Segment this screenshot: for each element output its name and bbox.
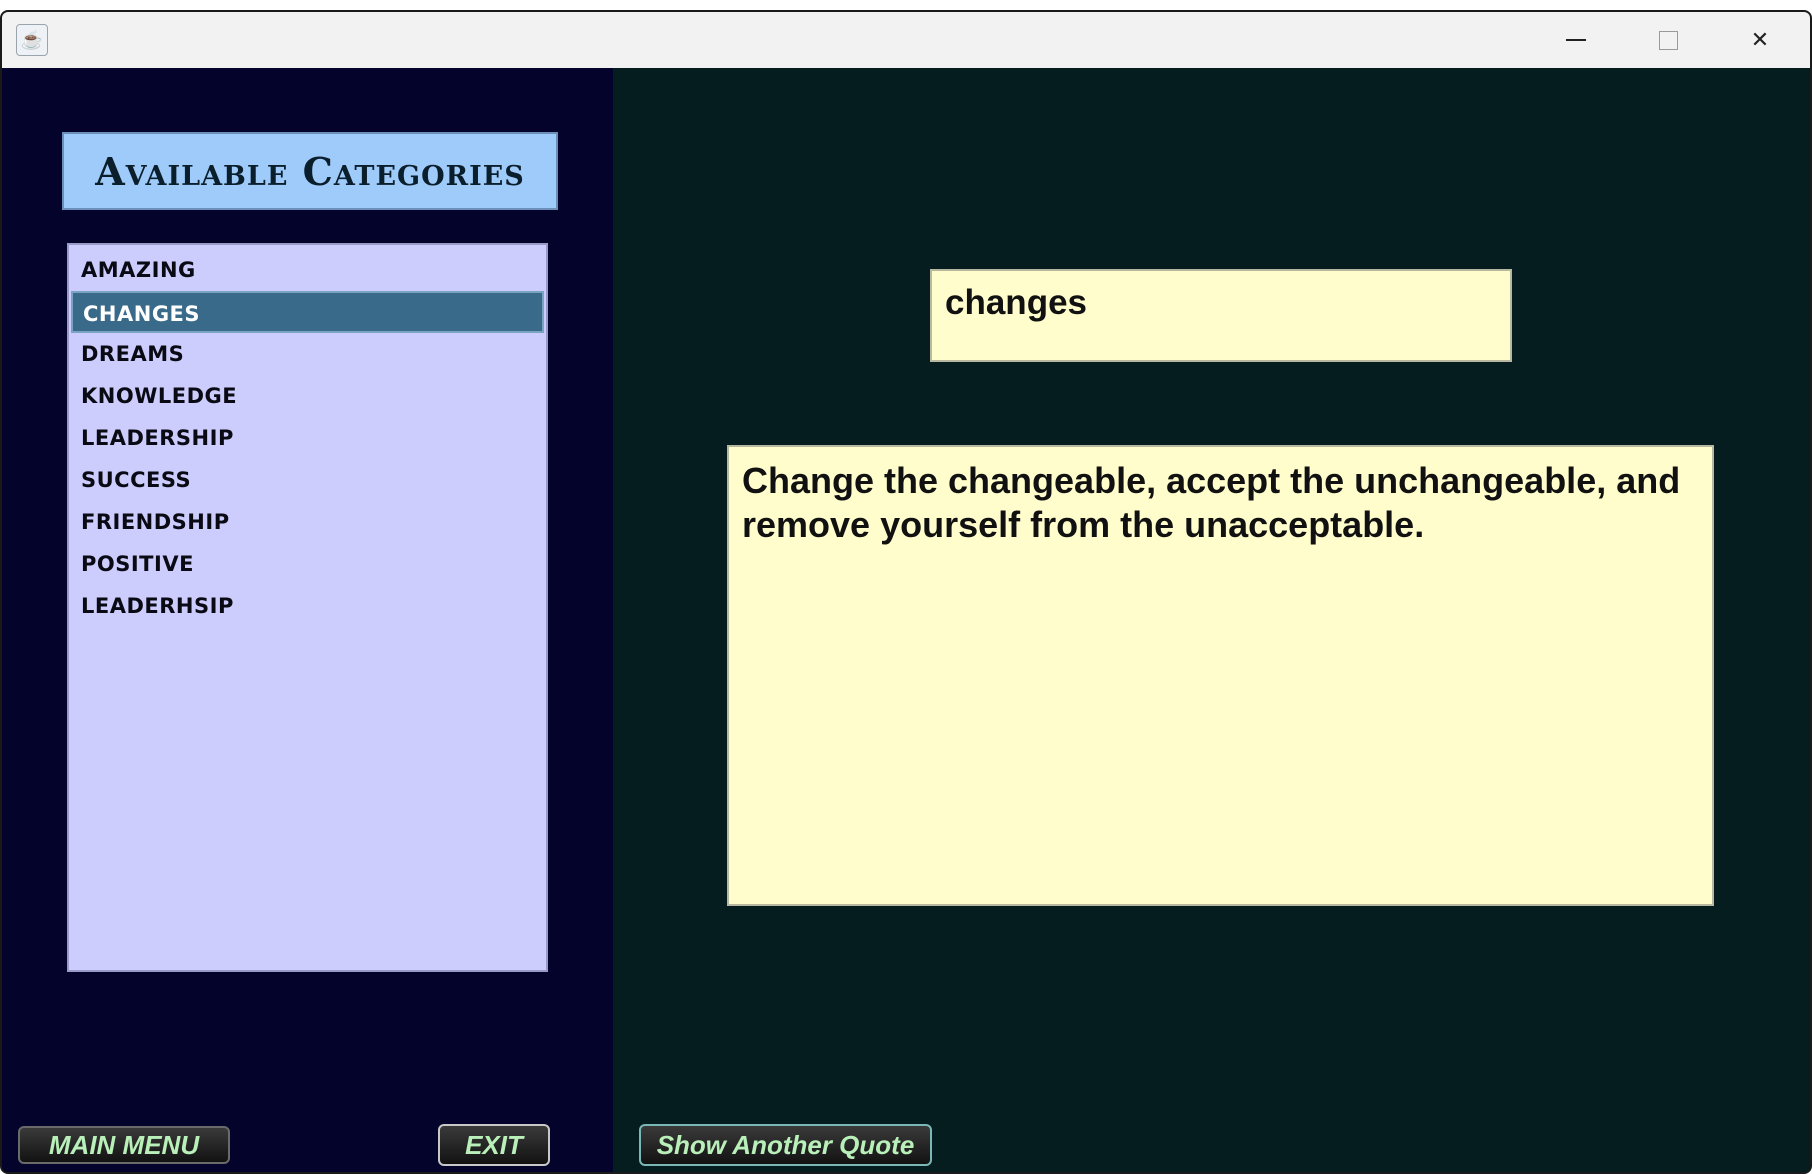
selected-category-field[interactable]: changes bbox=[930, 269, 1512, 362]
category-item-success[interactable]: SUCCESS bbox=[71, 459, 544, 501]
category-item-dreams[interactable]: DREAMS bbox=[71, 333, 544, 375]
maximize-icon bbox=[1658, 30, 1678, 50]
category-item-positive[interactable]: POSITIVE bbox=[71, 543, 544, 585]
minimize-icon bbox=[1566, 39, 1586, 41]
java-icon: ☕ bbox=[16, 24, 48, 56]
categories-header: Available Categories bbox=[62, 132, 558, 210]
category-item-knowledge[interactable]: KNOWLEDGE bbox=[71, 375, 544, 417]
show-another-quote-button[interactable]: Show Another Quote bbox=[639, 1124, 932, 1166]
category-item-amazing[interactable]: AMAZING bbox=[71, 249, 544, 291]
maximize-button[interactable] bbox=[1622, 12, 1714, 68]
category-item-leaderhsip[interactable]: LEADERHSIP bbox=[71, 585, 544, 627]
main-menu-button[interactable]: MAIN MENU bbox=[18, 1126, 230, 1164]
category-item-leadership[interactable]: LEADERSHIP bbox=[71, 417, 544, 459]
category-item-friendship[interactable]: FRIENDSHIP bbox=[71, 501, 544, 543]
title-bar: ☕ ✕ bbox=[2, 12, 1810, 68]
minimize-button[interactable] bbox=[1530, 12, 1622, 68]
exit-button[interactable]: EXIT bbox=[438, 1124, 550, 1166]
category-list[interactable]: AMAZING CHANGES DREAMS KNOWLEDGE LEADERS… bbox=[67, 243, 548, 972]
close-icon: ✕ bbox=[1750, 27, 1770, 52]
app-window: ☕ ✕ Available Categories AMAZING CHANGES… bbox=[0, 10, 1812, 1174]
close-button[interactable]: ✕ bbox=[1714, 12, 1806, 68]
quote-text-area[interactable]: Change the changeable, accept the unchan… bbox=[727, 445, 1714, 906]
category-item-changes[interactable]: CHANGES bbox=[71, 291, 544, 333]
